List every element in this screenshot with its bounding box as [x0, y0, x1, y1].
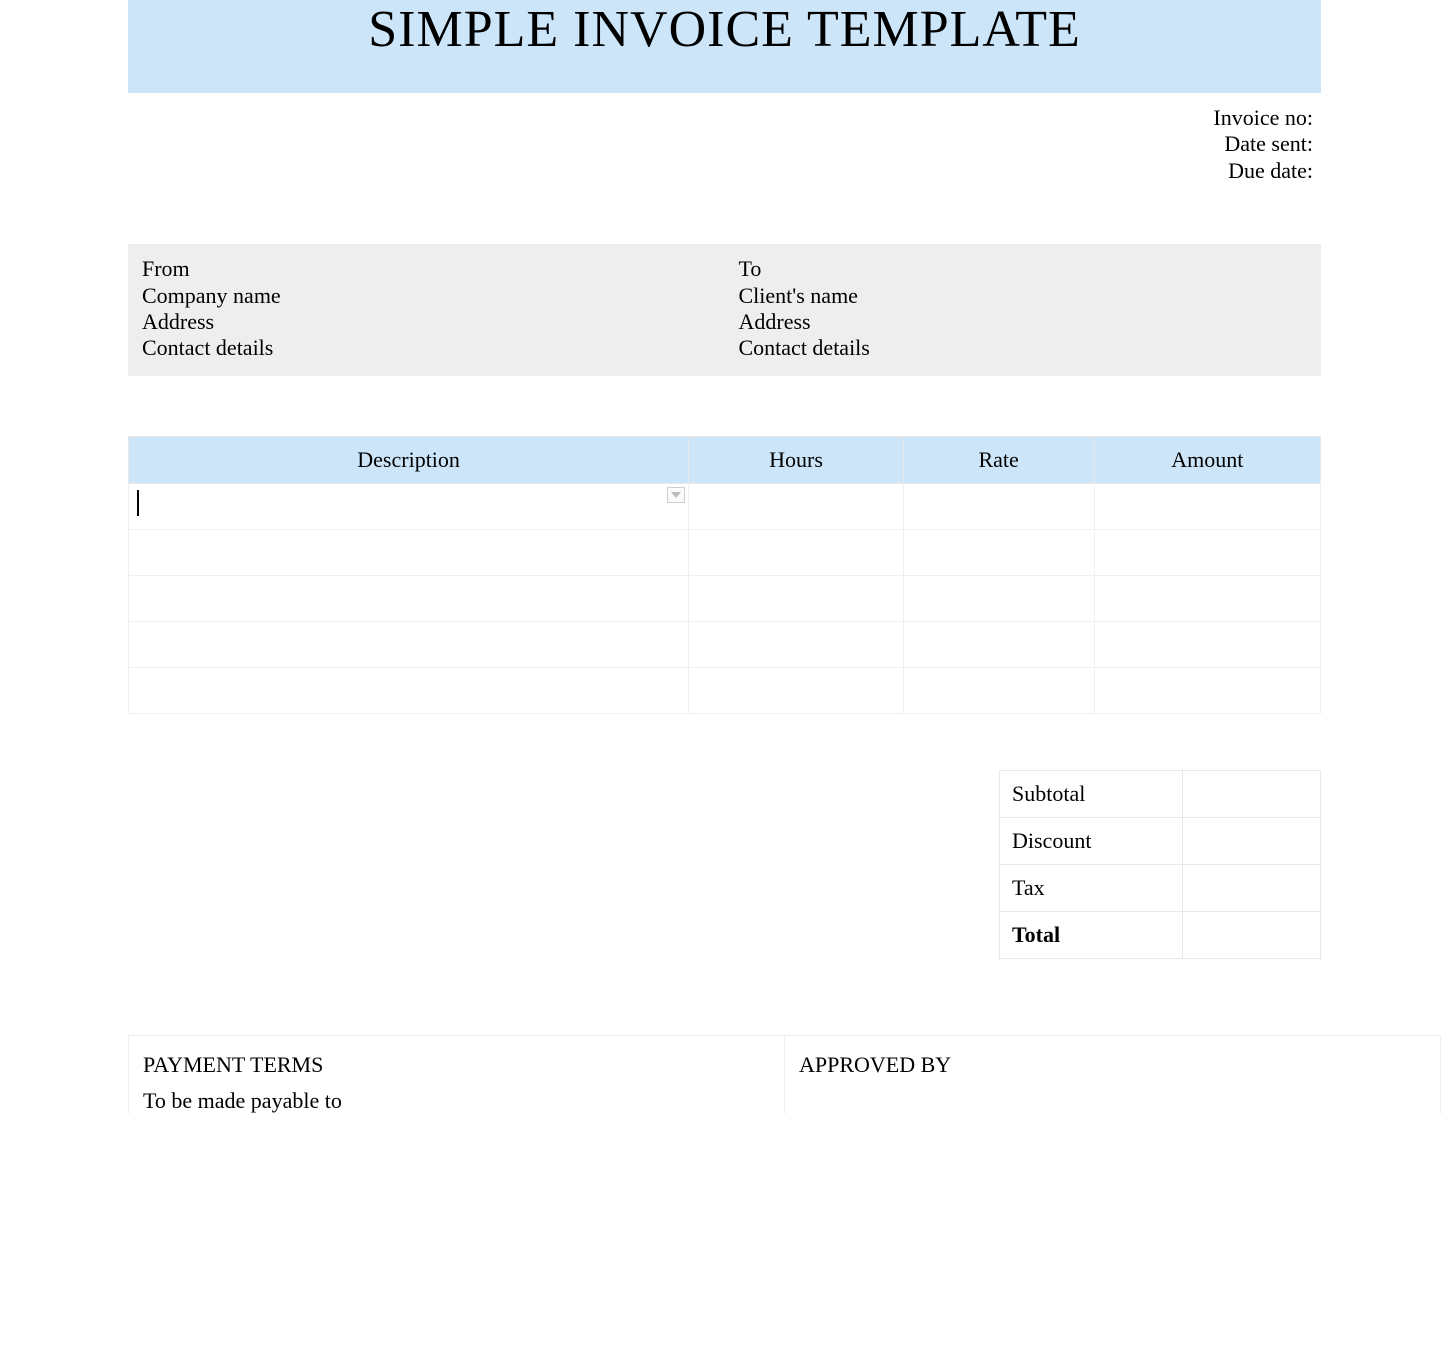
invoice-page: SIMPLE INVOICE TEMPLATE Invoice no: Date…	[0, 0, 1441, 1154]
discount-value[interactable]	[1182, 817, 1320, 864]
hours-cell[interactable]	[689, 575, 904, 621]
description-cell[interactable]	[129, 483, 689, 529]
total-label: Total	[1000, 911, 1183, 958]
text-cursor-icon	[137, 490, 139, 516]
total-value[interactable]	[1182, 911, 1320, 958]
due-date-label: Due date:	[128, 158, 1313, 184]
table-row	[129, 621, 1321, 667]
discount-row: Discount	[1000, 817, 1321, 864]
amount-cell[interactable]	[1094, 621, 1321, 667]
col-header-rate: Rate	[903, 436, 1094, 483]
rate-cell[interactable]	[903, 621, 1094, 667]
table-row	[129, 529, 1321, 575]
footer-row: PAYMENT TERMS To be made payable to APPR…	[128, 1035, 1441, 1114]
tax-label: Tax	[1000, 864, 1183, 911]
col-header-amount: Amount	[1094, 436, 1321, 483]
description-cell[interactable]	[129, 529, 689, 575]
from-heading: From	[142, 256, 711, 282]
description-cell[interactable]	[129, 575, 689, 621]
table-row	[129, 667, 1321, 713]
payment-terms-sub: To be made payable to	[143, 1088, 770, 1114]
col-header-description: Description	[129, 436, 689, 483]
subtotal-label: Subtotal	[1000, 770, 1183, 817]
col-header-hours: Hours	[689, 436, 904, 483]
invoice-no-label: Invoice no:	[128, 105, 1313, 131]
totals-table: Subtotal Discount Tax Total	[999, 770, 1321, 959]
subtotal-row: Subtotal	[1000, 770, 1321, 817]
tax-value[interactable]	[1182, 864, 1320, 911]
from-company: Company name	[142, 283, 711, 309]
items-header-row: Description Hours Rate Amount	[129, 436, 1321, 483]
from-contact: Contact details	[142, 335, 711, 361]
chevron-down-icon	[671, 492, 681, 498]
amount-cell[interactable]	[1094, 483, 1321, 529]
to-contact: Contact details	[739, 335, 1308, 361]
rate-cell[interactable]	[903, 667, 1094, 713]
table-row	[129, 575, 1321, 621]
discount-label: Discount	[1000, 817, 1183, 864]
to-block: To Client's name Address Contact details	[725, 244, 1322, 376]
to-client: Client's name	[739, 283, 1308, 309]
approved-by-block: APPROVED BY	[784, 1036, 1441, 1114]
date-sent-label: Date sent:	[128, 131, 1313, 157]
tax-row: Tax	[1000, 864, 1321, 911]
invoice-meta: Invoice no: Date sent: Due date:	[128, 105, 1313, 184]
header-banner: SIMPLE INVOICE TEMPLATE	[128, 0, 1321, 93]
table-row	[129, 483, 1321, 529]
dropdown-handle[interactable]	[667, 487, 685, 503]
payment-terms-heading: PAYMENT TERMS	[143, 1052, 770, 1078]
hours-cell[interactable]	[689, 483, 904, 529]
payment-terms-block: PAYMENT TERMS To be made payable to	[128, 1036, 784, 1114]
amount-cell[interactable]	[1094, 529, 1321, 575]
rate-cell[interactable]	[903, 529, 1094, 575]
totals-block: Subtotal Discount Tax Total	[128, 770, 1321, 959]
from-address: Address	[142, 309, 711, 335]
subtotal-value[interactable]	[1182, 770, 1320, 817]
to-heading: To	[739, 256, 1308, 282]
hours-cell[interactable]	[689, 621, 904, 667]
items-table: Description Hours Rate Amount	[128, 436, 1321, 714]
description-cell[interactable]	[129, 621, 689, 667]
to-address: Address	[739, 309, 1308, 335]
parties-block: From Company name Address Contact detail…	[128, 244, 1321, 376]
from-block: From Company name Address Contact detail…	[128, 244, 725, 376]
total-row: Total	[1000, 911, 1321, 958]
rate-cell[interactable]	[903, 483, 1094, 529]
description-cell[interactable]	[129, 667, 689, 713]
rate-cell[interactable]	[903, 575, 1094, 621]
page-title: SIMPLE INVOICE TEMPLATE	[128, 0, 1321, 59]
amount-cell[interactable]	[1094, 575, 1321, 621]
approved-by-heading: APPROVED BY	[799, 1052, 1426, 1078]
hours-cell[interactable]	[689, 667, 904, 713]
hours-cell[interactable]	[689, 529, 904, 575]
amount-cell[interactable]	[1094, 667, 1321, 713]
